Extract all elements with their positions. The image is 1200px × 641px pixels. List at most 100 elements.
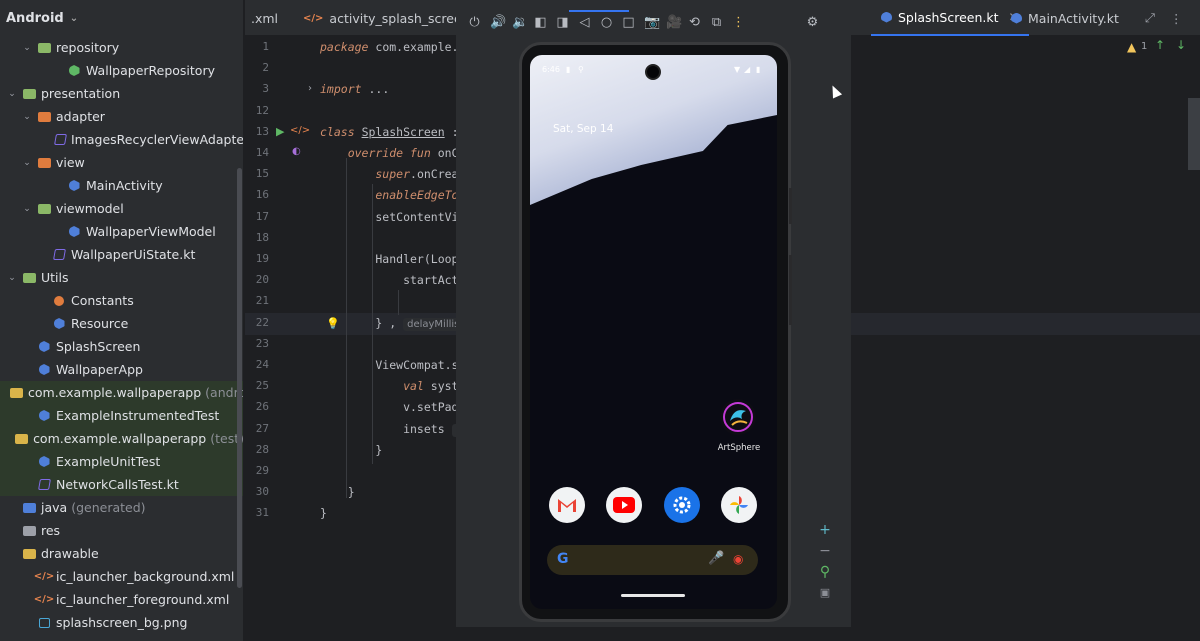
override-icon[interactable]: ◐ [292, 146, 301, 157]
snapshot-icon[interactable]: ⟲ [688, 15, 701, 30]
device-screen[interactable]: 6:46 ▮ ⚲ ▼ ◢ ▮ Sat, Sep 14 ArtSphere G 🎤… [530, 55, 777, 609]
zoom-fit-icon[interactable]: ⚲ [818, 564, 832, 580]
rotate-left-icon[interactable]: ◧ [534, 15, 547, 30]
code-line[interactable]: setContentVie [320, 210, 465, 224]
tree-item[interactable]: MainActivity [0, 174, 243, 197]
chevron-down-icon[interactable]: ⌄ [21, 204, 33, 214]
tree-item[interactable]: ⌄ adapter [0, 105, 243, 128]
code-line[interactable]: override fun onCre [320, 146, 473, 160]
tree-item[interactable]: com.example.wallpaperapp (test) [0, 427, 243, 450]
power-icon[interactable]: ⏻ [468, 15, 481, 30]
google-search-bar[interactable]: G 🎤 ◉ [547, 545, 758, 575]
xml-layout-icon[interactable]: </> [290, 125, 310, 136]
photos-icon[interactable] [721, 487, 757, 523]
tree-item[interactable]: WallpaperUiState.kt [0, 243, 243, 266]
more-icon[interactable]: ⋮ [732, 15, 745, 30]
zoom-in-icon[interactable]: + [818, 522, 832, 538]
tree-item-label: repository [56, 40, 120, 55]
warning-icon[interactable]: ▲ [1127, 40, 1136, 54]
device-manager-icon[interactable]: ⚙ [806, 15, 819, 30]
code-line[interactable]: } [320, 506, 327, 520]
fold-icon[interactable]: › [308, 83, 312, 94]
overview-icon[interactable]: □ [622, 15, 635, 30]
artsphere-app-icon[interactable] [720, 399, 756, 435]
tree-item[interactable]: ⌄ Utils [0, 266, 243, 289]
tree-item[interactable]: NetworkCallsTest.kt [0, 473, 243, 496]
tree-item[interactable]: ⌄ viewmodel [0, 197, 243, 220]
chevron-down-icon[interactable]: ⌄ [21, 158, 33, 168]
tree-item[interactable]: splashscreen_bg.png [0, 611, 243, 634]
next-highlight-icon[interactable]: ↓ [1176, 38, 1186, 52]
package-folder-icon-shape [37, 157, 51, 168]
youtube-icon[interactable] [606, 487, 642, 523]
tree-item[interactable]: ExampleUnitTest [0, 450, 243, 473]
volume-down-icon[interactable]: 🔉 [512, 15, 528, 30]
class-icon [881, 11, 892, 23]
lens-icon[interactable]: ◉ [733, 552, 743, 566]
tab-mainactivity-kt[interactable]: MainActivity.kt [1011, 0, 1119, 36]
screenshot-icon[interactable]: 📷 [644, 15, 660, 30]
more-options-icon[interactable]: ⋮ [1170, 0, 1183, 36]
tree-item[interactable]: ⌄ view [0, 151, 243, 174]
class-icon [67, 226, 81, 238]
tree-item[interactable]: Constants [0, 289, 243, 312]
maximize-icon[interactable]: ⤢ [1145, 0, 1155, 36]
tree-item[interactable]: Resource [0, 312, 243, 335]
class-icon-shape [38, 341, 50, 352]
run-icon[interactable]: ▶ [276, 125, 284, 138]
actual-size-icon[interactable]: ▣ [818, 586, 832, 599]
tree-item[interactable]: res [0, 519, 243, 542]
code-line[interactable]: } , delayMillis: 2 [320, 316, 477, 331]
tree-item[interactable]: drawable [0, 542, 243, 565]
tree-item[interactable]: </> ic_launcher_background.xml [0, 565, 243, 588]
project-view-title: Android [6, 10, 64, 26]
youtube-logo-icon [613, 497, 635, 513]
editor-scrollbar[interactable] [1188, 98, 1200, 170]
tree-item-label: SplashScreen [56, 339, 141, 354]
back-icon[interactable]: ◁ [578, 15, 591, 30]
project-view-selector[interactable]: Android ⌄ [0, 0, 243, 36]
device-mirror-icon[interactable]: ⧉ [710, 15, 723, 30]
tree-item[interactable]: ⌄ repository [0, 36, 243, 59]
tree-item[interactable]: ⌄ presentation [0, 82, 243, 105]
chevron-down-icon[interactable]: ⌄ [6, 89, 18, 99]
rotate-right-icon[interactable]: ◨ [556, 15, 569, 30]
tree-item[interactable]: com.example.wallpaperapp(androidTest) [0, 381, 243, 404]
microphone-icon[interactable]: 🎤 [708, 551, 724, 566]
tree-item[interactable]: ExampleInstrumentedTest [0, 404, 243, 427]
previous-highlight-icon[interactable]: ↑ [1155, 38, 1165, 52]
google-g-icon: G [557, 551, 569, 567]
home-icon[interactable]: ○ [600, 15, 613, 30]
code-line[interactable]: class SplashScreen : [320, 125, 459, 139]
tree-item[interactable]: java (generated) [0, 496, 243, 519]
volume-up-icon[interactable]: 🔊 [490, 15, 506, 30]
project-scrollbar[interactable] [237, 168, 242, 588]
gesture-nav-handle[interactable] [621, 594, 685, 597]
sim-icon: ▮ [566, 65, 571, 74]
gmail-icon[interactable] [549, 487, 585, 523]
code-line[interactable]: import ... [320, 82, 389, 96]
lightbulb-icon[interactable]: 💡 [326, 317, 340, 330]
tab-label: SplashScreen.kt [898, 9, 999, 25]
tree-item[interactable]: SplashScreen [0, 335, 243, 358]
tree-item[interactable]: ImagesRecyclerViewAdapter.kt [0, 128, 243, 151]
screen-record-icon[interactable]: 🎥 [666, 15, 682, 30]
settings-icon[interactable] [664, 487, 700, 523]
code-line[interactable]: package com.example.w [320, 40, 465, 54]
code-line[interactable]: enableEdgeToE [320, 188, 465, 202]
tree-item[interactable]: WallpaperViewModel [0, 220, 243, 243]
package-folder-icon [37, 42, 51, 54]
tree-item[interactable]: </> ic_launcher_foreground.xml [0, 588, 243, 611]
code-line[interactable]: } [320, 485, 355, 499]
tree-item[interactable]: WallpaperApp [0, 358, 243, 381]
code-line[interactable]: Handler(Loope [320, 252, 465, 266]
tree-item[interactable]: WallpaperRepository [0, 59, 243, 82]
tab-splashscreen-kt[interactable]: SplashScreen.kt ✕ [871, 0, 1029, 36]
code-line[interactable]: super.onCreat [320, 167, 465, 181]
tab-xml[interactable]: .xml [251, 0, 278, 36]
code-line[interactable]: startActi [320, 273, 465, 287]
chevron-down-icon[interactable]: ⌄ [21, 112, 33, 122]
chevron-down-icon[interactable]: ⌄ [6, 273, 18, 283]
zoom-out-icon[interactable]: − [818, 543, 832, 559]
chevron-down-icon[interactable]: ⌄ [21, 43, 33, 53]
